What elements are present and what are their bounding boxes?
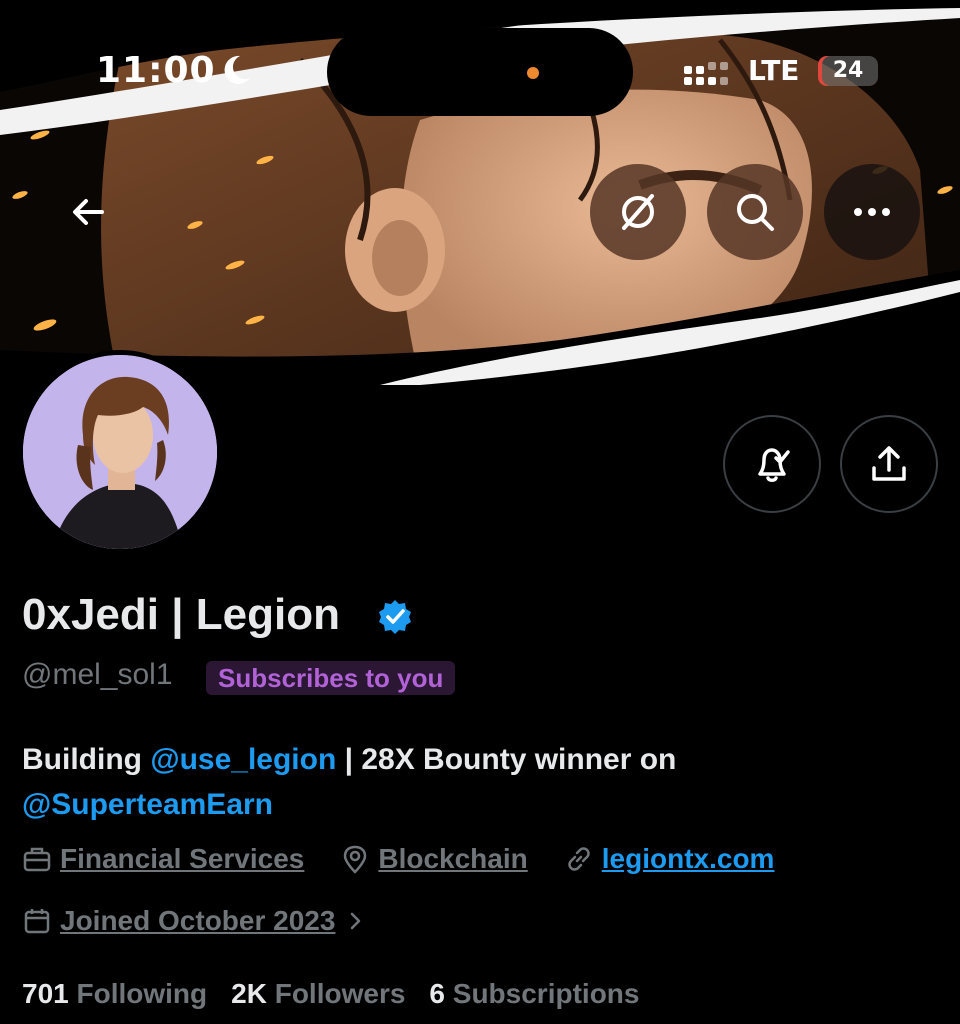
avatar-image	[23, 355, 217, 549]
followers-count: 2K	[231, 978, 267, 1009]
profile-stats: 701 Following 2K Followers 6 Subscriptio…	[22, 978, 663, 1010]
followers-label: Followers	[274, 978, 406, 1009]
website-link[interactable]: legiontx.com	[602, 843, 775, 875]
more-icon	[854, 208, 890, 216]
network-type: LTE	[748, 54, 800, 87]
notifications-button[interactable]	[723, 415, 821, 513]
following-label: Following	[76, 978, 208, 1009]
share-icon	[872, 446, 906, 481]
category-label: Financial Services	[60, 843, 305, 874]
profile-meta-row: Financial Services Blockchain legiontx.c…	[22, 843, 810, 875]
bio-text: | 28X Bounty winner on	[336, 743, 677, 776]
privacy-indicator-dot	[527, 67, 539, 79]
link-icon	[568, 847, 590, 871]
back-button[interactable]	[40, 164, 136, 260]
battery-indicator: 24	[818, 56, 878, 86]
joined-row[interactable]: Joined October 2023	[22, 905, 411, 937]
joined-item[interactable]: Joined October 2023	[22, 905, 375, 937]
status-time: 11:00	[96, 50, 216, 91]
subscriptions-label: Subscriptions	[452, 978, 640, 1009]
search-button[interactable]	[707, 164, 803, 260]
website-item[interactable]: legiontx.com	[564, 843, 775, 875]
subscribes-badge: Subscribes to you	[206, 661, 456, 695]
user-handle: @mel_sol1	[22, 658, 173, 691]
search-icon	[737, 194, 774, 231]
bio: Building @use_legion | 28X Bounty winner…	[22, 737, 922, 827]
subscriptions-stat[interactable]: 6 Subscriptions	[429, 978, 639, 1010]
calendar-icon	[24, 909, 50, 934]
moon-icon	[224, 55, 250, 84]
display-name: 0xJedi | Legion	[22, 590, 340, 639]
more-button[interactable]	[824, 164, 920, 260]
bio-mention-use-legion[interactable]: @use_legion	[150, 743, 336, 776]
verified-badge-icon[interactable]	[376, 598, 414, 636]
location-label: Blockchain	[378, 843, 528, 874]
briefcase-icon	[23, 847, 51, 872]
bell-check-icon	[758, 448, 790, 482]
arrow-left-icon	[73, 199, 104, 225]
avatar[interactable]	[18, 350, 222, 554]
grok-button[interactable]	[590, 164, 686, 260]
bio-text: Building	[22, 743, 151, 776]
battery-level: 24	[832, 58, 864, 83]
following-count: 701	[22, 978, 69, 1009]
status-bar: 11:00 LTE 24	[0, 0, 960, 140]
bio-mention-superteamearn[interactable]: @SuperteamEarn	[22, 788, 273, 821]
signal-icon	[684, 62, 728, 85]
location-item: Blockchain	[340, 843, 528, 875]
subscriptions-count: 6	[429, 978, 445, 1009]
category-item[interactable]: Financial Services	[22, 843, 304, 875]
joined-label: Joined October 2023	[60, 905, 336, 936]
grok-icon	[622, 194, 654, 230]
chevron-right-icon	[351, 912, 361, 930]
location-pin-icon	[344, 845, 367, 874]
followers-stat[interactable]: 2K Followers	[231, 978, 405, 1010]
avatar-illustration	[23, 355, 217, 549]
dynamic-island	[327, 28, 633, 116]
share-button[interactable]	[840, 415, 938, 513]
following-stat[interactable]: 701 Following	[22, 978, 207, 1010]
